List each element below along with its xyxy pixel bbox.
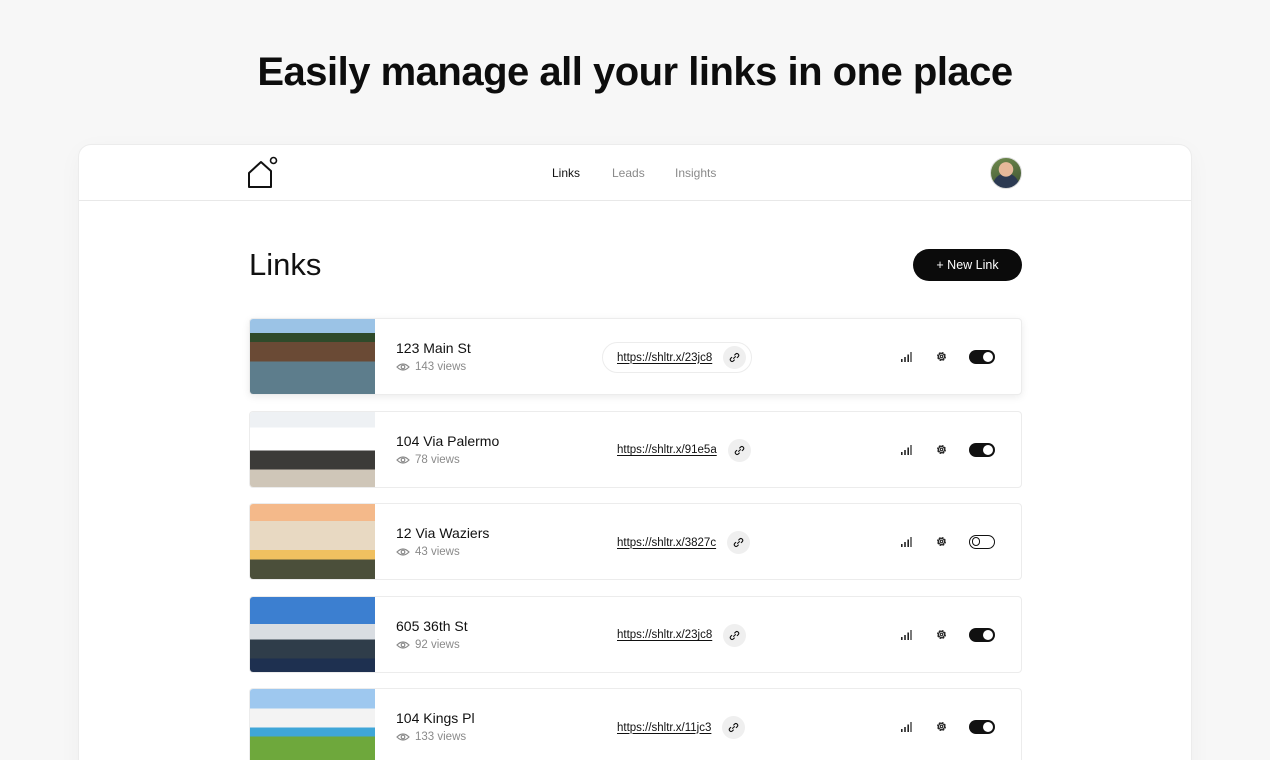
link-name: 12 Via Waziers [396,525,490,541]
copy-link-button[interactable] [727,438,751,462]
link-name: 104 Via Palermo [396,432,500,449]
gear-icon[interactable] [935,720,948,733]
nav-insights[interactable]: Insights [675,166,716,180]
link-icon [730,353,740,362]
eye-icon [396,548,410,556]
bar-chart-icon[interactable] [900,629,912,641]
link-views: 143 views [396,361,466,373]
short-url-link[interactable]: https://shltr.x/11jc3 [617,722,711,734]
property-thumbnail [250,689,375,760]
link-enabled-toggle[interactable] [969,442,995,457]
link-name: 104 Kings Pl [396,710,475,726]
property-thumbnail [250,319,375,394]
property-thumbnail [250,411,375,487]
gear-icon[interactable] [935,628,948,641]
eye-icon [396,733,410,741]
property-thumbnail [250,596,375,672]
short-url-pill: https://shltr.x/23jc8 [602,620,752,651]
link-row: 104 Via Palermo 78 views https://shltr.x… [249,410,1022,488]
link-enabled-toggle[interactable] [969,627,995,642]
link-enabled-toggle[interactable] [969,350,995,364]
link-row: 605 36th St 92 views https://shltr.x/23j… [249,595,1022,673]
links-list: 123 Main St 143 views https://shltr.x/23… [249,318,1022,760]
bar-chart-icon[interactable] [900,721,912,733]
copy-link-button[interactable] [723,346,747,369]
app-window: Links Leads Insights Links + New Link 12… [79,145,1191,760]
views-count: 78 views [415,453,460,466]
views-count: 133 views [415,731,467,743]
link-views: 92 views [396,639,460,651]
views-count: 92 views [415,638,460,651]
top-navigation-bar: Links Leads Insights [79,145,1191,201]
user-avatar[interactable] [990,157,1022,189]
link-row: 123 Main St 143 views https://shltr.x/23… [249,318,1022,395]
gear-icon[interactable] [935,443,948,456]
copy-link-button[interactable] [727,531,751,554]
short-url-link[interactable]: https://shltr.x/23jc8 [617,352,712,364]
link-row: 104 Kings Pl 133 views https://shltr.x/1… [249,688,1022,760]
bar-chart-icon[interactable] [900,351,912,363]
bar-chart-icon[interactable] [900,444,912,456]
short-url-link[interactable]: https://shltr.x/3827c [617,537,716,549]
hero-headline: Easily manage all your links in one plac… [257,50,1013,94]
main-nav: Links Leads Insights [79,145,1191,201]
page-title: Links [249,247,322,282]
link-enabled-toggle[interactable] [969,535,995,549]
short-url-link[interactable]: https://shltr.x/91e5a [617,444,717,456]
link-row: 12 Via Waziers 43 views https://shltr.x/… [249,503,1022,580]
link-icon [734,445,744,455]
property-thumbnail [250,504,375,579]
gear-icon[interactable] [935,535,948,548]
link-views: 78 views [396,454,460,466]
nav-leads[interactable]: Leads [612,166,645,180]
link-icon [729,723,739,732]
new-link-button[interactable]: + New Link [913,249,1022,281]
short-url-pill: https://shltr.x/91e5a [602,435,757,466]
link-enabled-toggle[interactable] [969,720,995,734]
views-count: 143 views [415,361,467,373]
short-url-pill: https://shltr.x/11jc3 [602,712,751,743]
views-count: 43 views [415,546,460,558]
short-url-link[interactable]: https://shltr.x/23jc8 [617,629,712,641]
link-views: 43 views [396,546,460,558]
link-views: 133 views [396,731,466,743]
link-icon [733,538,744,547]
link-icon [730,630,740,640]
nav-links[interactable]: Links [552,166,580,180]
short-url-pill: https://shltr.x/3827c [602,527,756,558]
eye-icon [396,363,410,371]
link-name: 123 Main St [396,340,471,356]
short-url-pill: https://shltr.x/23jc8 [602,342,753,373]
eye-icon [396,455,410,464]
link-name: 605 36th St [396,617,468,634]
bar-chart-icon[interactable] [900,536,912,548]
copy-link-button[interactable] [722,716,746,739]
copy-link-button[interactable] [723,623,747,647]
gear-icon[interactable] [935,350,948,363]
eye-icon [396,640,410,649]
